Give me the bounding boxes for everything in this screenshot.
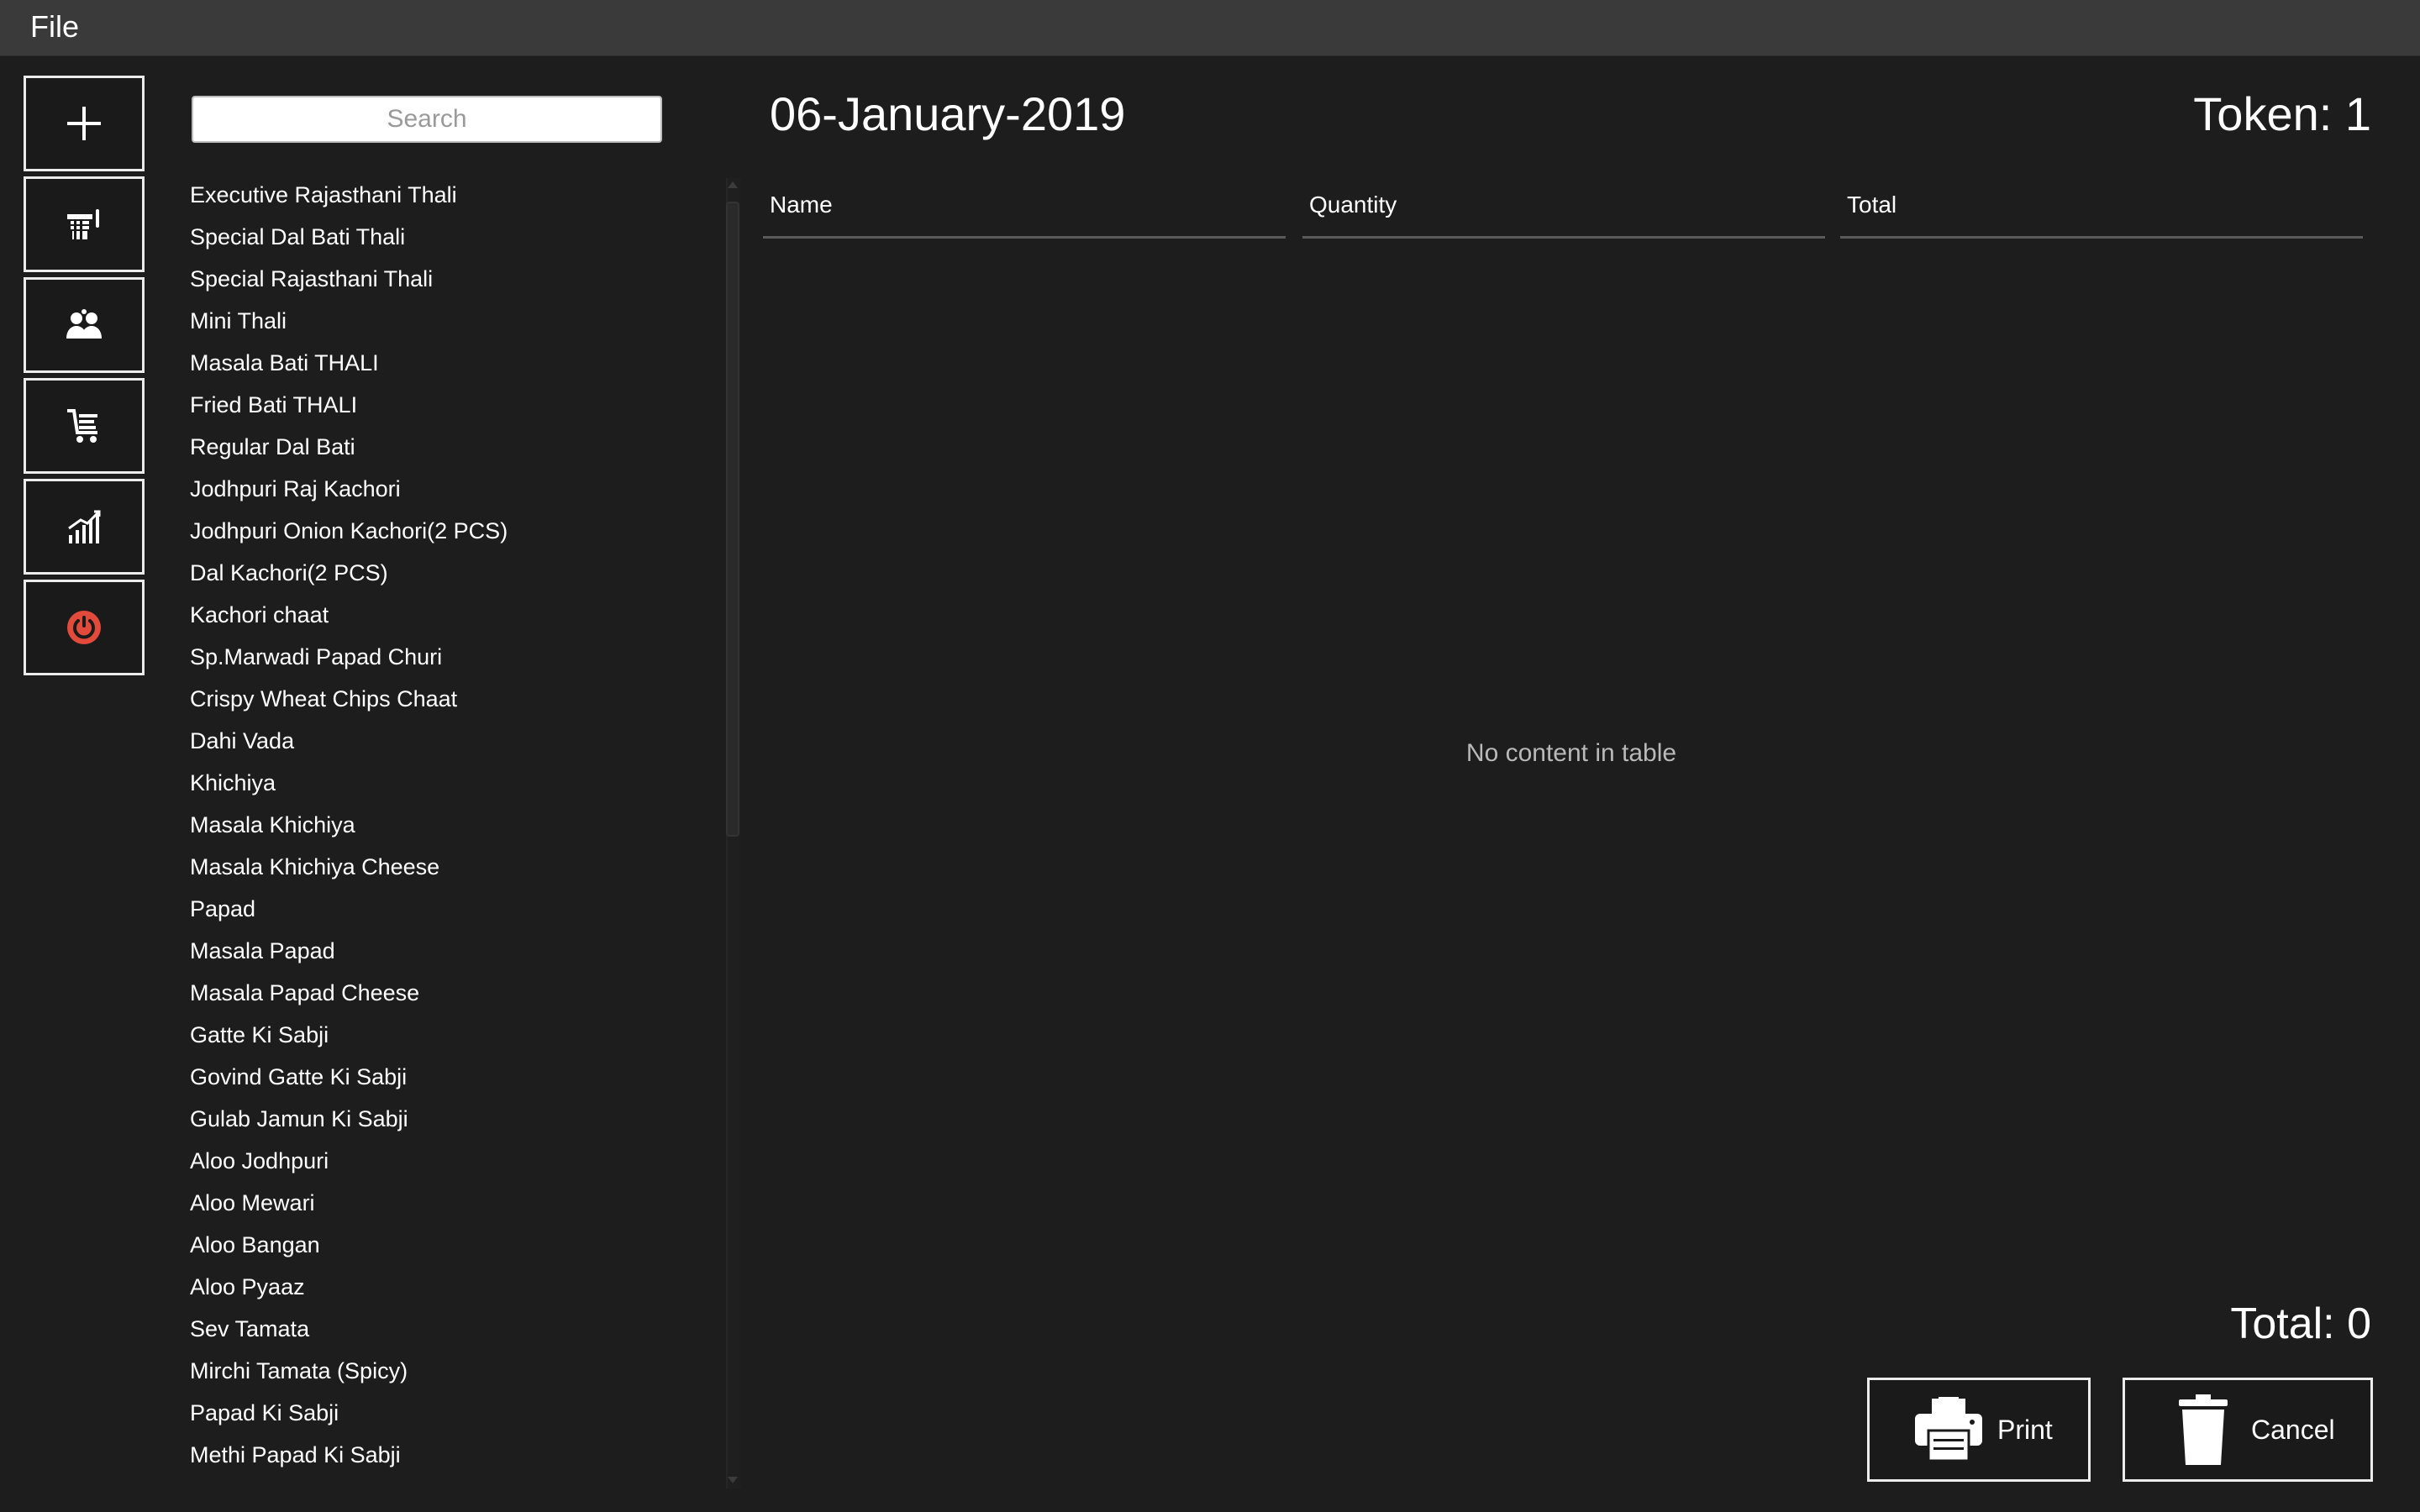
printer-icon <box>1915 1397 1982 1462</box>
add-icon <box>67 107 101 140</box>
menu-list-item[interactable]: Crispy Wheat Chips Chaat <box>190 680 711 722</box>
power-button[interactable] <box>24 580 145 675</box>
menu-list-item[interactable]: Special Rajasthani Thali <box>190 260 711 302</box>
menu-list-item[interactable]: Gulab Jamun Ki Sabji <box>190 1100 711 1142</box>
trash-icon <box>2179 1394 2228 1465</box>
menu-list-item[interactable]: Jodhpuri Onion Kachori(2 PCS) <box>190 512 711 554</box>
menu-item-list: Executive Rajasthani Thali Special Dal Ba… <box>190 176 711 1487</box>
orders-button[interactable] <box>24 378 145 474</box>
order-date: 06-January-2019 <box>770 87 1126 140</box>
menu-list-item[interactable]: Aloo Mewari <box>190 1184 711 1226</box>
menu-list-item[interactable]: Aloo Jodhpuri <box>190 1142 711 1184</box>
power-icon <box>67 611 101 644</box>
menu-list-item[interactable]: Sev Tamata <box>190 1310 711 1352</box>
orders-cart-icon <box>67 409 97 443</box>
menu-list-item[interactable]: Papad Ki Sabji <box>190 1394 711 1436</box>
add-button[interactable] <box>24 76 145 171</box>
print-label: Print <box>1997 1414 2053 1445</box>
menu-list-item[interactable]: Regular Dal Bati <box>190 428 711 470</box>
users-button[interactable] <box>24 277 145 373</box>
menu-list-item[interactable]: Dahi Vada <box>190 722 711 764</box>
menu-list-item[interactable]: Khichiya <box>190 764 711 806</box>
column-header-total[interactable]: Total <box>1840 186 2363 239</box>
cancel-label: Cancel <box>2251 1414 2335 1445</box>
cancel-button[interactable]: Cancel <box>2123 1378 2373 1482</box>
menu-list-item[interactable]: Govind Gatte Ki Sabji <box>190 1058 711 1100</box>
menu-bar: File <box>0 0 2420 56</box>
list-scrollbar[interactable] <box>723 178 743 1488</box>
menu-items-icon <box>67 209 99 239</box>
menu-list-item[interactable]: Dal Kachori(2 PCS) <box>190 554 711 596</box>
menu-list-item[interactable]: Mini Thali <box>190 302 711 344</box>
menu-items-button[interactable] <box>24 176 145 272</box>
table-empty-message: No content in table <box>1465 739 1677 767</box>
column-header-name[interactable]: Name <box>763 186 1286 239</box>
menu-list-item[interactable]: Aloo Bangan <box>190 1226 711 1268</box>
token-number: Token: 1 <box>2193 87 2371 140</box>
menu-list-item[interactable]: Gatte Ki Sabji <box>190 1016 711 1058</box>
scroll-down-arrow-icon[interactable] <box>728 1477 738 1483</box>
order-total: Total: 0 <box>2230 1299 2371 1348</box>
menu-list-item[interactable]: Masala Khichiya Cheese <box>190 848 711 890</box>
menu-list-item[interactable]: Executive Rajasthani Thali <box>190 176 711 218</box>
menu-list-item[interactable]: Masala Bati THALI <box>190 344 711 386</box>
menu-list-item[interactable]: Masala Papad Cheese <box>190 974 711 1016</box>
file-menu[interactable]: File <box>30 10 79 44</box>
sales-chart-icon <box>68 510 101 543</box>
search-input[interactable] <box>192 96 662 143</box>
scroll-up-arrow-icon[interactable] <box>728 181 738 188</box>
menu-list-item[interactable]: Masala Papad <box>190 932 711 974</box>
scrollbar-thumb[interactable] <box>726 202 739 837</box>
menu-list-item[interactable]: Special Dal Bati Thali <box>190 218 711 260</box>
sales-chart-button[interactable] <box>24 479 145 575</box>
menu-list-item[interactable]: Sp.Marwadi Papad Churi <box>190 638 711 680</box>
menu-list-item[interactable]: Methi Papad Ki Sabji <box>190 1436 711 1478</box>
menu-list-item[interactable]: Mirchi Tamata (Spicy) <box>190 1352 711 1394</box>
print-button[interactable]: Print <box>1867 1378 2091 1482</box>
column-header-quantity[interactable]: Quantity <box>1302 186 1825 239</box>
menu-list-item[interactable]: Fried Bati THALI <box>190 386 711 428</box>
menu-list-item[interactable]: Masala Khichiya <box>190 806 711 848</box>
users-icon <box>66 309 102 339</box>
order-table-header: Name Quantity Total <box>763 186 2363 240</box>
menu-list-item[interactable]: Kachori chaat <box>190 596 711 638</box>
menu-list-item[interactable]: Aloo Pyaaz <box>190 1268 711 1310</box>
menu-list-item[interactable]: Papad <box>190 890 711 932</box>
menu-list-item[interactable]: Jodhpuri Raj Kachori <box>190 470 711 512</box>
